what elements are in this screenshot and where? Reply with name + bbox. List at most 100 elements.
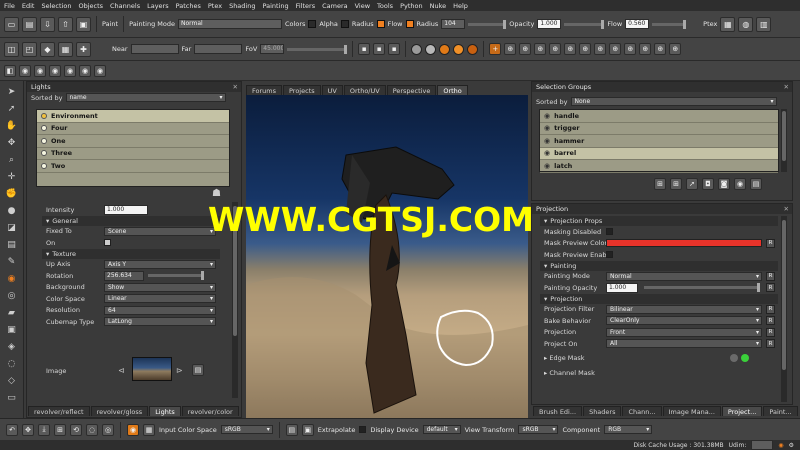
eye-icon[interactable]: ◉: [49, 64, 61, 77]
sharpen-icon[interactable]: ◇: [5, 374, 19, 388]
intensity-input[interactable]: 1.000: [104, 204, 148, 215]
menu-file[interactable]: File: [4, 2, 15, 10]
eye-icon[interactable]: ◉: [64, 64, 76, 77]
axis-icon[interactable]: ⊕: [669, 43, 682, 55]
component-select[interactable]: RGB: [604, 425, 653, 434]
fov-slider[interactable]: [287, 44, 348, 54]
menu-patches[interactable]: Patches: [176, 2, 201, 10]
layers-icon[interactable]: ▤: [5, 238, 19, 252]
reset-button[interactable]: R: [766, 327, 775, 337]
clone-icon[interactable]: ◪: [5, 221, 19, 235]
on-checkbox[interactable]: [104, 239, 111, 247]
grid-icon[interactable]: ▦: [58, 41, 73, 57]
menu-filters[interactable]: Filters: [296, 2, 315, 10]
masking-disabled-checkbox[interactable]: [606, 228, 613, 236]
close-icon[interactable]: ✕: [784, 205, 792, 213]
menu-shading[interactable]: Shading: [229, 2, 255, 10]
ptex-grid-icon[interactable]: ▦: [720, 16, 736, 32]
menu-painting[interactable]: Painting: [262, 2, 288, 10]
down-arrow-icon[interactable]: ⤓: [38, 423, 50, 436]
add-group-icon[interactable]: ⊞: [654, 178, 666, 190]
texture-section-header[interactable]: ▾ Texture: [42, 248, 220, 259]
tab-revolver-gloss[interactable]: revolver/gloss: [90, 406, 149, 416]
edge-mask-row[interactable]: ▸ Edge Mask: [540, 353, 778, 365]
axis-icon[interactable]: ⊕: [594, 43, 607, 55]
axis-icon[interactable]: ⊕: [624, 43, 637, 55]
object-icon[interactable]: ◫: [4, 41, 19, 57]
add-group-icon[interactable]: ⊞: [670, 178, 682, 190]
move-icon[interactable]: ✥: [22, 423, 34, 436]
smudge-icon[interactable]: ◎: [5, 289, 19, 303]
next-image-icon[interactable]: ⊳: [176, 366, 183, 375]
painting-section-header[interactable]: ▾ Painting: [540, 260, 778, 271]
flow-input[interactable]: 0.560: [625, 19, 650, 29]
shader-ball-full-icon[interactable]: [453, 43, 465, 55]
near-input[interactable]: [130, 44, 179, 54]
toggle-icon[interactable]: ▪: [358, 43, 371, 55]
axis-icon[interactable]: ⊕: [549, 43, 562, 55]
screenshot-icon[interactable]: ▣: [76, 16, 91, 32]
list-item[interactable]: Environment: [37, 110, 229, 123]
selection-scrollbar[interactable]: [781, 109, 787, 172]
rotation-slider[interactable]: [148, 271, 204, 281]
new-file-icon[interactable]: ▭: [4, 16, 19, 32]
axis-icon[interactable]: ⊕: [579, 43, 592, 55]
list-item[interactable]: ◉ hammer: [540, 135, 778, 148]
close-icon[interactable]: ✕: [233, 83, 241, 91]
far-input[interactable]: [194, 44, 243, 54]
wrench-icon[interactable]: ✚: [76, 41, 91, 57]
3d-viewport[interactable]: [246, 95, 528, 418]
image-icon[interactable]: ▣: [301, 423, 314, 436]
projection-scrollbar[interactable]: [781, 216, 787, 402]
sorted-by-select[interactable]: name: [65, 93, 226, 102]
eye-icon[interactable]: ◉: [34, 64, 46, 77]
flow-pressure-checkbox[interactable]: [405, 20, 414, 28]
toggle-icon[interactable]: ▪: [388, 43, 401, 55]
reset-button[interactable]: R: [766, 238, 775, 248]
shader-ball-orange-icon[interactable]: [439, 43, 451, 55]
color-space-select[interactable]: Linear: [104, 294, 216, 304]
toggle-icon[interactable]: [730, 354, 738, 363]
tab-ortho-uv[interactable]: Ortho/UV: [343, 85, 386, 95]
layout-icon[interactable]: ▥: [756, 16, 772, 32]
udim-field[interactable]: [751, 440, 774, 450]
tab-perspective[interactable]: Perspective: [386, 85, 437, 95]
reset-button[interactable]: R: [766, 304, 775, 314]
menu-layers[interactable]: Layers: [147, 2, 169, 10]
radius-pressure-checkbox[interactable]: [376, 20, 385, 28]
axis-icon[interactable]: ⊕: [609, 43, 622, 55]
list-item[interactable]: Three: [37, 148, 229, 160]
tab-uv[interactable]: UV: [321, 85, 343, 95]
mesh-icon[interactable]: ▦: [143, 423, 155, 436]
paint-brush-icon[interactable]: ◉: [5, 272, 19, 286]
paint-mode-icon[interactable]: ◉: [127, 423, 139, 436]
opacity-slider[interactable]: [564, 19, 605, 29]
projection-filter-select[interactable]: Bilinear: [606, 304, 762, 314]
resolution-select[interactable]: 64: [104, 305, 216, 315]
gradient-icon[interactable]: ▣: [5, 323, 19, 337]
menu-view[interactable]: View: [355, 2, 370, 10]
alpha-checkbox[interactable]: [340, 20, 349, 28]
shader-ball-lit-icon[interactable]: [425, 43, 437, 55]
tab-channels[interactable]: Chann...: [622, 406, 662, 416]
prev-image-icon[interactable]: ⊲: [118, 366, 125, 375]
select-icon[interactable]: ➚: [5, 102, 19, 116]
select-arrow-icon[interactable]: ➤: [5, 85, 19, 99]
close-icon[interactable]: ✕: [784, 83, 792, 91]
document-icon[interactable]: ▤: [285, 423, 298, 436]
menu-ptex[interactable]: Ptex: [208, 2, 222, 10]
blur-icon[interactable]: ◌: [5, 357, 19, 371]
menu-tools[interactable]: Tools: [377, 2, 393, 10]
eye-icon[interactable]: ◉: [94, 64, 106, 77]
menu-selection[interactable]: Selection: [41, 2, 71, 10]
list-item[interactable]: ◉ barrel: [540, 147, 778, 160]
menu-camera[interactable]: Camera: [322, 2, 348, 10]
tab-paint[interactable]: Paint...: [763, 406, 798, 416]
marquee-icon[interactable]: ◎: [102, 423, 114, 436]
hand-icon[interactable]: ✋: [5, 119, 19, 133]
project-on-select[interactable]: All: [606, 339, 762, 349]
scrollbar-thumb[interactable]: [782, 220, 786, 370]
hand2-icon[interactable]: ✊: [5, 187, 19, 201]
tab-revolver-reflect[interactable]: revolver/reflect: [28, 406, 90, 416]
axis-z-icon[interactable]: ⊕: [534, 43, 547, 55]
